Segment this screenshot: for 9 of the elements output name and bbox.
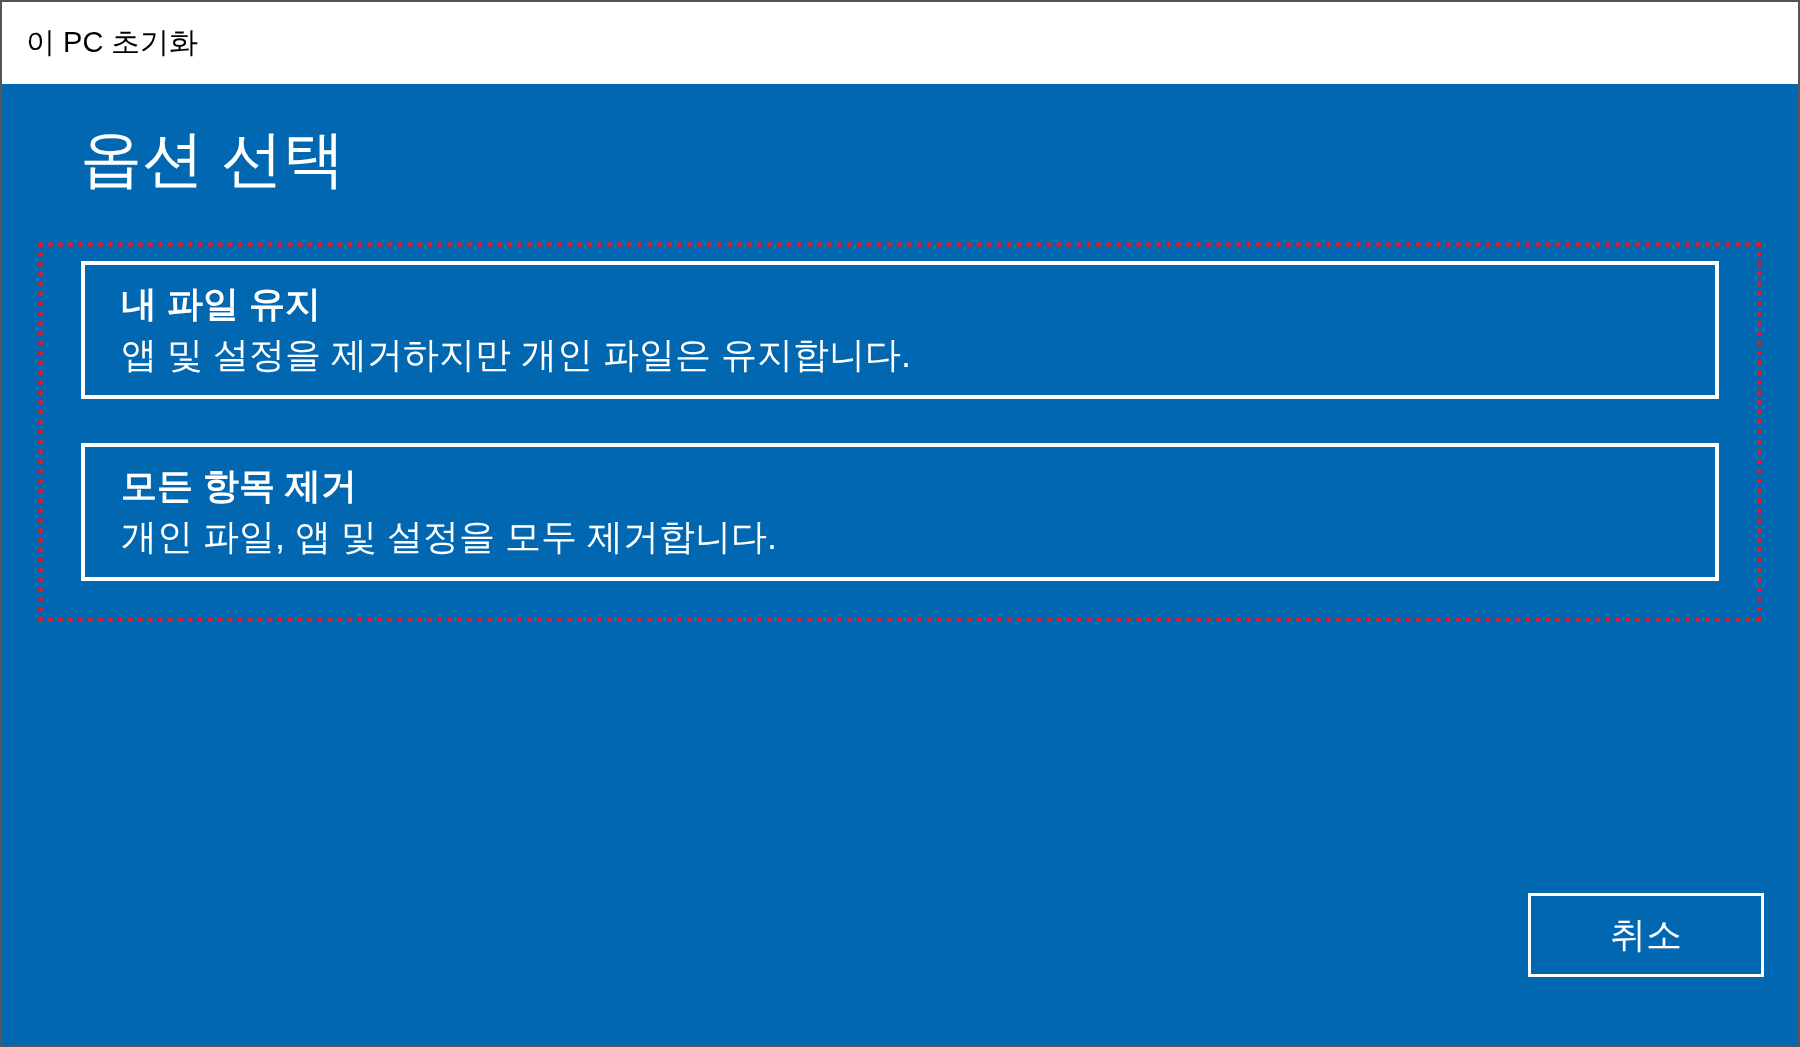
cancel-button[interactable]: 취소 — [1528, 893, 1764, 977]
option-title: 모든 항목 제거 — [121, 464, 358, 508]
option-title: 내 파일 유지 — [121, 282, 322, 326]
option-description: 개인 파일, 앱 및 설정을 모두 제거합니다. — [121, 515, 778, 559]
option-card[interactable]: 모든 항목 제거 개인 파일, 앱 및 설정을 모두 제거합니다. — [81, 443, 1719, 581]
window-title: 이 PC 초기화 — [26, 25, 199, 61]
page-heading: 옵션 선택 — [80, 128, 347, 190]
option-description: 앱 및 설정을 제거하지만 개인 파일은 유지합니다. — [121, 333, 912, 377]
option-card[interactable]: 내 파일 유지 앱 및 설정을 제거하지만 개인 파일은 유지합니다. — [81, 261, 1719, 399]
